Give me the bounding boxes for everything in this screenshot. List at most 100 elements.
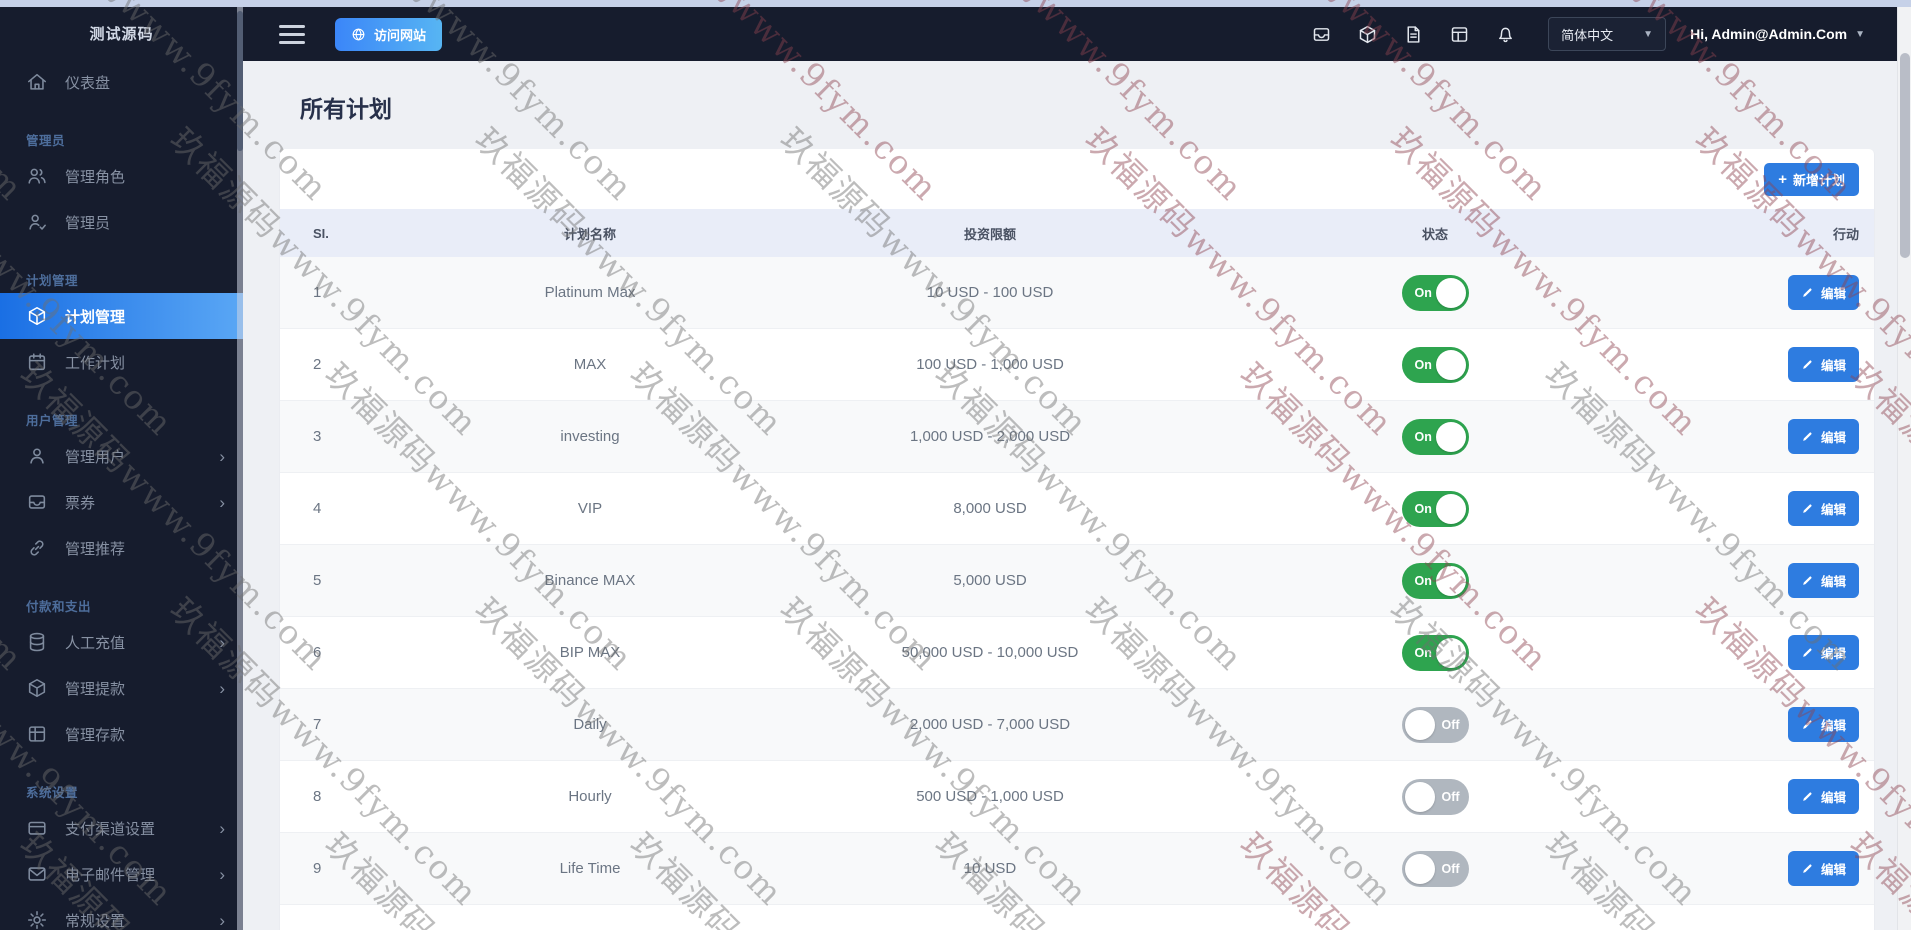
cell-status: On — [1200, 418, 1670, 455]
document-icon[interactable] — [1403, 24, 1424, 45]
edit-button[interactable]: 编辑 — [1787, 635, 1859, 670]
sidebar-item[interactable]: 票券 › — [0, 479, 243, 525]
sidebar-item[interactable]: 工作计划 — [0, 339, 243, 385]
toggle-knob — [1435, 421, 1466, 452]
toggle-state-label: On — [1414, 285, 1432, 300]
table-row: 7 Daily 2,000 USD - 7,000 USD Off 编辑 — [280, 689, 1874, 761]
sidebar-section-label: 管理员 — [26, 133, 66, 148]
sidebar-item[interactable]: 管理存款 — [0, 711, 243, 757]
chevron-right-icon: › — [219, 632, 225, 652]
sidebar-scrollbar[interactable] — [237, 7, 243, 930]
visit-site-button[interactable]: 访问网站 — [335, 17, 443, 51]
table-row: 6 BIP MAX 50,000 USD - 10,000 USD On 编辑 — [280, 617, 1874, 689]
table-row: 5 Binance MAX 5,000 USD On 编辑 — [280, 545, 1874, 617]
header-name: 计划名称 — [563, 226, 616, 242]
toggle-state-label: On — [1414, 501, 1432, 516]
pencil-icon — [1801, 646, 1814, 659]
page-scrollbar[interactable] — [1897, 7, 1911, 930]
sidebar-item-label: 管理存款 — [65, 726, 126, 744]
cell-invest-limit: 2,000 USD - 7,000 USD — [909, 716, 1071, 733]
menu-toggle-icon[interactable] — [279, 24, 305, 44]
sidebar-item-label: 支付渠道设置 — [65, 820, 156, 838]
cell-action: 编辑 — [1670, 707, 1874, 742]
sidebar-item[interactable]: 常规设置 › — [0, 897, 243, 930]
sidebar-item[interactable]: 人工充值 › — [0, 619, 243, 665]
mail-icon — [26, 863, 48, 885]
sidebar-item-label: 电子邮件管理 — [65, 866, 156, 884]
cell-action: 编辑 — [1670, 347, 1874, 382]
status-toggle[interactable]: On — [1401, 418, 1469, 455]
sidebar-item-label: 管理员 — [65, 214, 111, 232]
edit-button[interactable]: 编辑 — [1787, 563, 1859, 598]
cell-invest-limit: 100 USD - 1,000 USD — [916, 356, 1064, 373]
edit-button[interactable]: 编辑 — [1787, 347, 1859, 382]
add-plan-button[interactable]: + 新增计划 — [1764, 162, 1859, 196]
cell-invest-limit: 500 USD - 1,000 USD — [916, 788, 1064, 805]
user-menu[interactable]: Hi, Admin@Admin.Com ▼ — [1690, 26, 1865, 42]
edit-button[interactable]: 编辑 — [1787, 275, 1859, 310]
sidebar-nav: 仪表盘 管理员 管理角色 管理员 计划管理 计划管理 工作计划 用户管理 管理用户 › 票券 › 管理推… — [0, 59, 243, 930]
edit-button[interactable]: 编辑 — [1787, 779, 1859, 814]
cell-invest-limit: 5,000 USD — [953, 572, 1027, 589]
table-header-row: SI. 计划名称 投资限额 状态 行动 — [280, 209, 1874, 257]
cell-plan-name: Binance MAX — [544, 572, 636, 589]
toggle-state-label: On — [1414, 429, 1432, 444]
cell-plan-name: Platinum Max — [544, 284, 636, 301]
sidebar-item[interactable]: 仪表盘 — [0, 59, 243, 105]
cell-si: 9 — [313, 860, 322, 877]
edit-button[interactable]: 编辑 — [1787, 851, 1859, 886]
sidebar-item-label: 常规设置 — [65, 912, 126, 930]
bell-icon[interactable] — [1495, 24, 1516, 45]
inbox-icon — [26, 491, 48, 513]
sidebar-item[interactable]: 管理员 — [0, 199, 243, 245]
sidebar-item[interactable]: 管理推荐 — [0, 525, 243, 571]
top-navbar: 访问网站 简体中文 ▼ Hi, Admin@Admin.Com ▼ — [243, 7, 1911, 61]
edit-button[interactable]: 编辑 — [1787, 491, 1859, 526]
page-scrollbar-thumb[interactable] — [1900, 53, 1910, 258]
status-toggle[interactable]: Off — [1401, 778, 1469, 815]
sidebar-item-label: 票券 — [65, 494, 96, 512]
sidebar-section-label: 付款和支出 — [26, 599, 92, 614]
sidebar-item[interactable]: 管理提款 › — [0, 665, 243, 711]
cell-invest-limit: 10 USD - 100 USD — [926, 284, 1054, 301]
toggle-knob — [1404, 853, 1435, 884]
sidebar-item[interactable]: 支付渠道设置 › — [0, 805, 243, 851]
chevron-right-icon: › — [219, 492, 225, 512]
edit-button[interactable]: 编辑 — [1787, 707, 1859, 742]
status-toggle[interactable]: Off — [1401, 850, 1469, 887]
inbox-icon[interactable] — [1311, 24, 1332, 45]
chevron-down-icon: ▼ — [1855, 28, 1865, 40]
admin-screen: 测试源码 仪表盘 管理员 管理角色 管理员 计划管理 计划管理 工作计划 用户管理 管理用户 › 票… — [0, 0, 1911, 930]
pencil-icon — [1801, 862, 1814, 875]
sidebar-item[interactable]: 管理用户 › — [0, 433, 243, 479]
sidebar-section-label: 用户管理 — [26, 413, 79, 428]
language-selector[interactable]: 简体中文 ▼ — [1548, 17, 1667, 51]
cell-action: 编辑 — [1670, 275, 1874, 310]
cube-icon — [26, 305, 48, 327]
pencil-icon — [1801, 718, 1814, 731]
status-toggle[interactable]: On — [1401, 346, 1469, 383]
table-row: 2 MAX 100 USD - 1,000 USD On 编辑 — [280, 329, 1874, 401]
box-icon[interactable] — [1357, 24, 1378, 45]
toggle-state-label: Off — [1441, 717, 1460, 732]
edit-button[interactable]: 编辑 — [1787, 419, 1859, 454]
user-icon — [26, 445, 48, 467]
chevron-down-icon: ▼ — [1643, 28, 1654, 40]
sidebar-item[interactable]: 计划管理 — [0, 293, 243, 339]
status-toggle[interactable]: On — [1401, 490, 1469, 527]
cell-status: On — [1200, 490, 1670, 527]
status-toggle[interactable]: On — [1401, 634, 1469, 671]
sidebar-scrollbar-thumb[interactable] — [237, 11, 243, 151]
grid-icon[interactable] — [1449, 24, 1470, 45]
status-toggle[interactable]: Off — [1401, 706, 1469, 743]
status-toggle[interactable]: On — [1401, 274, 1469, 311]
link-icon — [26, 537, 48, 559]
page-content: 所有计划 + 新增计划 SI. 计划名称 投资限额 状态 行动 1 Platinu… — [243, 61, 1911, 930]
status-toggle[interactable]: On — [1401, 562, 1469, 599]
plus-icon: + — [1778, 170, 1787, 188]
cell-status: On — [1200, 562, 1670, 599]
sidebar-item[interactable]: 管理角色 — [0, 153, 243, 199]
edit-button-label: 编辑 — [1820, 359, 1846, 373]
edit-button-label: 编辑 — [1820, 791, 1846, 805]
sidebar-item[interactable]: 电子邮件管理 › — [0, 851, 243, 897]
